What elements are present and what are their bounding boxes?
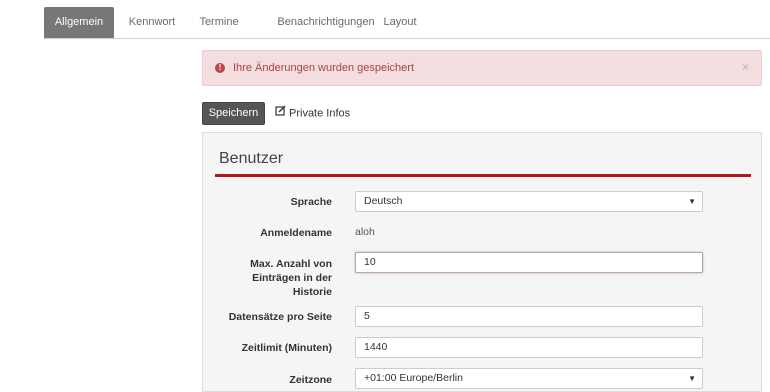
anmeldename-label: Anmeldename (260, 227, 332, 239)
tab-layout[interactable]: Layout (374, 7, 426, 37)
private-info-button[interactable]: Private Infos (275, 102, 350, 125)
datensaetze-value: 5 (364, 310, 370, 322)
zeitzone-value: +01:00 Europe/Berlin (364, 372, 463, 384)
anmeldename-value: aloh (355, 226, 375, 238)
max-eintraege-label: Max. Anzahl von Einträgen in der Histori… (250, 258, 332, 298)
chevron-down-icon: ▼ (688, 197, 696, 206)
chevron-down-icon: ▼ (688, 374, 696, 383)
settings-tabs: Allgemein Kennwort Termine Benachrichtig… (44, 7, 770, 39)
zeitlimit-input[interactable]: 1440 (355, 337, 703, 358)
zeitzone-select[interactable]: +01:00 Europe/Berlin ▼ (355, 368, 703, 389)
user-settings-panel: Benutzer Sprache Deutsch ▼ Anmeldename a… (202, 132, 762, 392)
zeitlimit-label: Zeitlimit (Minuten) (241, 342, 332, 354)
close-icon[interactable]: × (742, 60, 749, 74)
panel-title: Benutzer (219, 150, 284, 167)
sprache-value: Deutsch (364, 195, 403, 207)
tab-allgemein[interactable]: Allgemein (44, 7, 114, 38)
max-eintraege-input[interactable]: 10 (355, 252, 703, 273)
exclamation-circle-icon: ! (215, 63, 225, 73)
zeitlimit-value: 1440 (364, 341, 388, 353)
zeitzone-label: Zeitzone (289, 374, 332, 386)
edit-icon (275, 102, 286, 125)
datensaetze-input[interactable]: 5 (355, 306, 703, 327)
datensaetze-label: Datensätze pro Seite (228, 311, 332, 323)
save-button[interactable]: Speichern (202, 102, 265, 125)
alert-message: Ihre Änderungen wurden gespeichert (233, 62, 415, 74)
max-eintraege-value: 10 (364, 256, 376, 268)
tab-termine[interactable]: Termine (190, 7, 248, 37)
success-alert: ! Ihre Änderungen wurden gespeichert × (202, 50, 762, 86)
panel-divider (215, 174, 751, 177)
sprache-label: Sprache (290, 196, 332, 208)
private-info-label: Private Infos (289, 107, 351, 120)
tab-kennwort[interactable]: Kennwort (122, 7, 182, 37)
sprache-select[interactable]: Deutsch ▼ (355, 191, 703, 212)
